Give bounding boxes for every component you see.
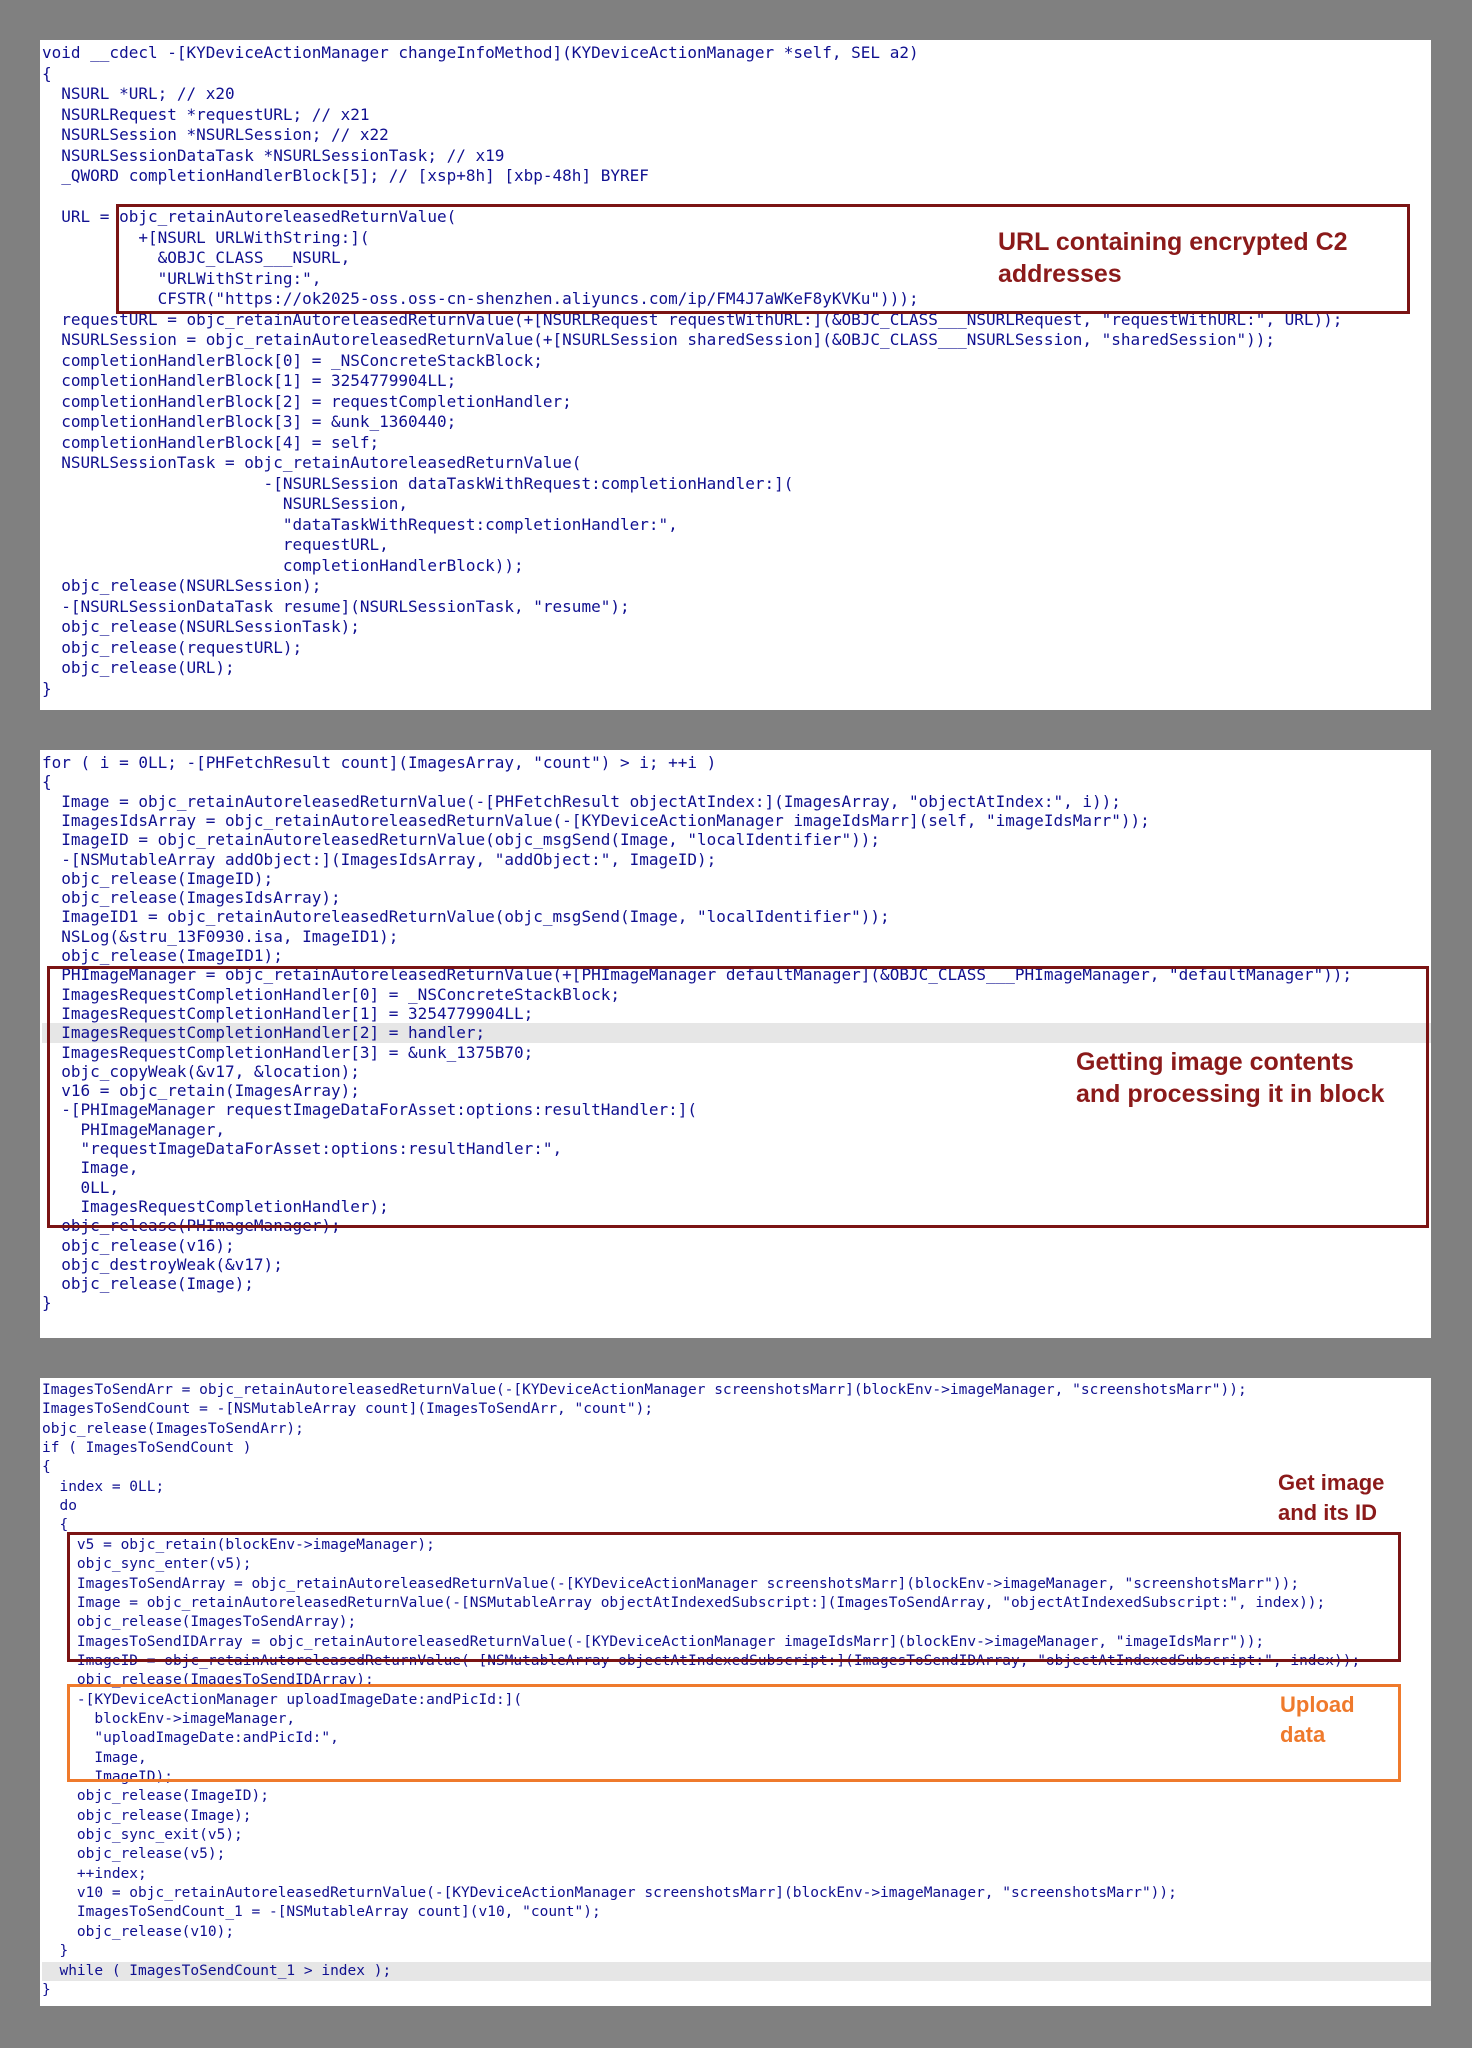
code-line: ImagesToSendArr = objc_retainAutorelease… (42, 1382, 1247, 1398)
code-line: completionHandlerBlock[0] = _NSConcreteS… (42, 350, 543, 370)
code-line: completionHandlerBlock[3] = &unk_1360440… (42, 412, 457, 431)
code-line: ImagesIdsArray = objc_retainAutoreleased… (42, 810, 1150, 830)
upload-annotation: Upload data (1280, 1692, 1355, 1747)
code-line: } (42, 678, 52, 698)
code-line: objc_release(v5); (42, 1846, 226, 1863)
code-line: NSLog(&stru_13F0930.isa, ImageID1); (42, 926, 399, 946)
code-line: ImagesToSendCount = -[NSMutableArray cou… (42, 1401, 654, 1418)
code-line: NSURLSessionTask = objc_retainAutoreleas… (42, 453, 582, 472)
code-line: { (42, 772, 52, 792)
code-line: void __cdecl -[KYDeviceActionManager cha… (42, 43, 919, 62)
code-line: objc_release(v10); (42, 1923, 235, 1940)
code-line: } (42, 1943, 69, 1960)
code-line: -[NSURLSession dataTaskWithRequest:compl… (42, 473, 794, 493)
code-line: objc_release(ImagesToSendArr); (42, 1420, 304, 1437)
code-line: v10 = objc_retainAutoreleasedReturnValue… (42, 1885, 1177, 1902)
code-line: completionHandlerBlock[4] = self; (42, 432, 380, 452)
code-line: objc_release(Image); (42, 1274, 254, 1294)
code-line: objc_release(Image); (42, 1807, 252, 1824)
code-line: while ( ImagesToSendCount_1 > index ); (42, 1961, 1431, 1981)
code-line: -[NSMutableArray addObject:](ImagesIdsAr… (42, 849, 717, 869)
code-line: ImageID1 = objc_retainAutoreleasedReturn… (42, 907, 890, 927)
code-line: objc_release(ImageID1); (42, 946, 283, 965)
code-line: NSURLRequest *requestURL; // x21 (42, 104, 370, 124)
code-line: objc_release(URL); (42, 658, 235, 677)
code-line: NSURLSessionDataTask *NSURLSessionTask; … (42, 145, 505, 165)
url-annotation: URL containing encrypted C2 addresses (998, 228, 1348, 288)
decompiled-code-panel-2: for ( i = 0LL; -[PHFetchResult count](Im… (40, 750, 1431, 1338)
code-line: ++index; (42, 1865, 147, 1882)
get-image-id-highlight-box (67, 1532, 1401, 1662)
get-image-id-annotation: Get image and its ID (1278, 1470, 1385, 1525)
code-line: } (42, 1981, 51, 1998)
code-line: objc_sync_exit(v5); (42, 1827, 243, 1844)
code-line: objc_release(ImagesIdsArray); (42, 888, 341, 908)
code-line: completionHandlerBlock[1] = 3254779904LL… (42, 371, 457, 390)
code-line: NSURL *URL; // x20 (42, 84, 235, 103)
code-line: for ( i = 0LL; -[PHFetchResult count](Im… (42, 753, 717, 772)
code-line: if ( ImagesToSendCount ) (42, 1440, 252, 1457)
code-line: NSURLSession, (42, 494, 409, 513)
code-line: objc_release(NSURLSessionTask); (42, 617, 360, 636)
code-line: ImagesToSendCount_1 = -[NSMutableArray c… (42, 1904, 601, 1921)
code-line: requestURL, (42, 535, 389, 554)
code-line: objc_release(NSURLSession); (42, 576, 322, 595)
code-line: objc_release(v16); (42, 1235, 235, 1255)
code-line: ImageID = objc_retainAutoreleasedReturnV… (42, 830, 881, 850)
code-line: -[NSURLSessionDataTask resume](NSURLSess… (42, 596, 630, 616)
image-request-annotation: Getting image contents and processing it… (1076, 1048, 1385, 1108)
upload-highlight-box (67, 1684, 1401, 1782)
code-line: NSURLSession *NSURLSession; // x22 (42, 125, 389, 144)
code-line: "dataTaskWithRequest:completionHandler:"… (42, 514, 678, 534)
code-line: do (42, 1498, 77, 1515)
code-line: objc_destroyWeak(&v17); (42, 1254, 283, 1274)
code-line: { (42, 63, 52, 83)
code-line: index = 0LL; (42, 1478, 165, 1495)
code-line: completionHandlerBlock[2] = requestCompl… (42, 391, 572, 411)
decompiled-code-panel-1: void __cdecl -[KYDeviceActionManager cha… (40, 40, 1431, 710)
code-line: NSURLSession = objc_retainAutoreleasedRe… (42, 330, 1275, 349)
code-line: objc_release(ImageID); (42, 868, 274, 888)
code-line: { (42, 1459, 51, 1476)
code-line: } (42, 1293, 52, 1313)
code-line: objc_release(requestURL); (42, 637, 303, 657)
code-line: _QWORD completionHandlerBlock[5]; // [xs… (42, 166, 649, 185)
decompiled-code-panel-3: ImagesToSendArr = objc_retainAutorelease… (40, 1378, 1431, 2006)
code-line: objc_release(ImageID); (42, 1788, 269, 1805)
code-line: completionHandlerBlock)); (42, 555, 524, 575)
code-line: Image = objc_retainAutoreleasedReturnVal… (42, 791, 1121, 811)
